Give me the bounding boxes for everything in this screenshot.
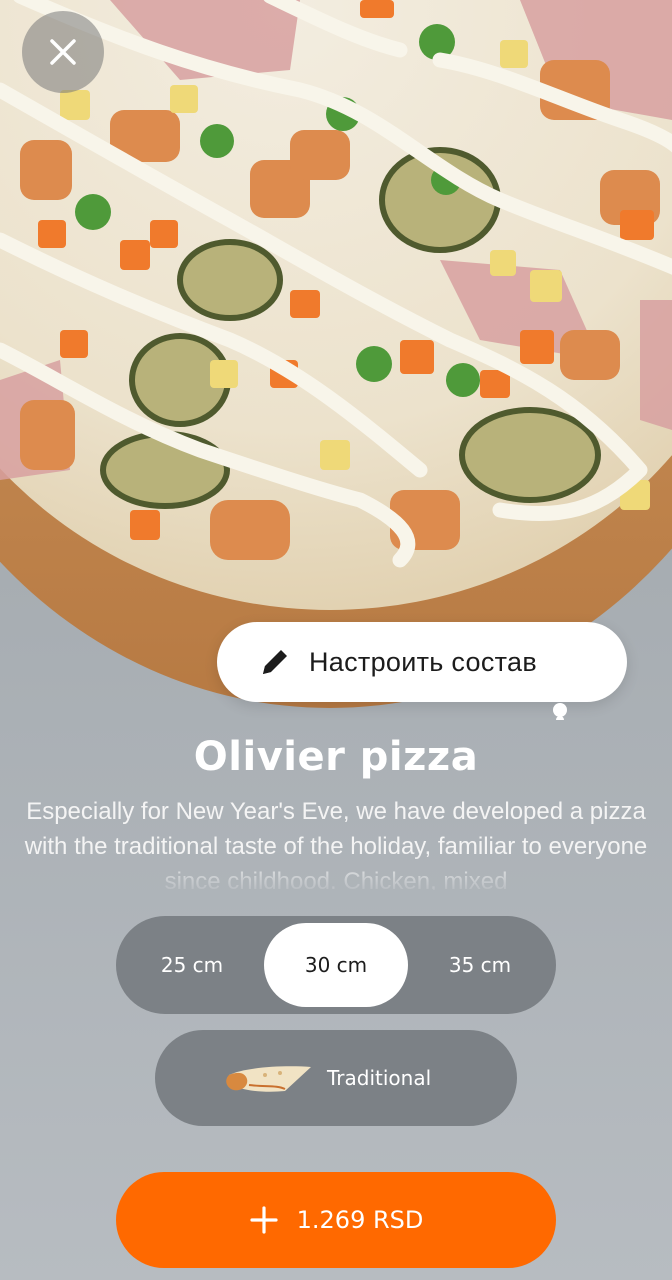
add-to-cart-button[interactable]: 1.269 RSD (116, 1172, 556, 1268)
product-description-container: Especially for New Year's Eve, we have d… (20, 794, 652, 890)
pizza-hero: Настроить состав (0, 0, 672, 720)
pizza-image (0, 0, 672, 708)
product-title: Olivier pizza (193, 734, 479, 780)
size-option-25[interactable]: 25 cm (120, 923, 264, 1007)
close-button[interactable] (22, 11, 104, 93)
tooltip-tail-dot-small (556, 716, 564, 720)
dough-label: Traditional (327, 1066, 432, 1090)
price-label: 1.269 RSD (296, 1206, 424, 1234)
plus-icon (250, 1206, 278, 1234)
tooltip-tail-dot (553, 703, 567, 717)
size-option-30[interactable]: 30 cm (264, 923, 408, 1007)
customize-label: Настроить состав (309, 646, 537, 677)
size-selector: 25 cm 30 cm 35 cm (116, 916, 556, 1014)
close-icon (50, 39, 76, 65)
pencil-icon (263, 650, 287, 674)
dough-selector[interactable]: Traditional (155, 1030, 517, 1126)
customize-ingredients-button[interactable]: Настроить состав (217, 622, 627, 702)
size-option-35[interactable]: 35 cm (408, 923, 552, 1007)
product-description: Especially for New Year's Eve, we have d… (24, 798, 648, 890)
crust-icon (226, 1066, 311, 1092)
